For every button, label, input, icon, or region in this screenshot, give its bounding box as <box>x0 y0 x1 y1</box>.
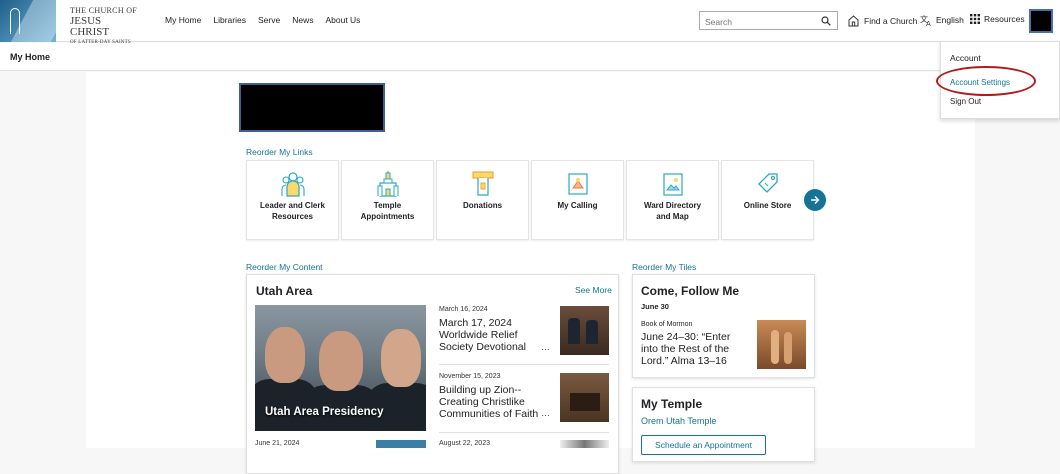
more-ellipsis[interactable]: … <box>541 408 550 418</box>
more-ellipsis[interactable]: … <box>541 342 550 352</box>
wordmark-line1: THE CHURCH OF <box>70 6 138 15</box>
sign-out-link[interactable]: Sign Out <box>950 97 981 106</box>
tile-label: Donations <box>462 201 503 210</box>
search-box <box>699 11 838 31</box>
nav-serve[interactable]: Serve <box>258 15 280 25</box>
reorder-content-button[interactable]: Reorder My Content <box>246 262 323 272</box>
calling-icon <box>568 173 588 195</box>
face-right <box>381 329 421 387</box>
area-presidency-photo[interactable]: Utah Area Presidency <box>255 305 426 431</box>
news-divider <box>439 364 609 365</box>
church-logo-icon[interactable] <box>0 0 56 42</box>
language-label: English <box>936 15 964 25</box>
tile-label: Leader and Clerk Resources <box>260 201 325 221</box>
page-title: My Home <box>10 52 51 62</box>
area-title: Utah Area <box>256 284 313 298</box>
leader-clerk-icon <box>281 172 305 197</box>
news-date: March 16, 2024 <box>439 306 488 313</box>
svg-text:A: A <box>926 20 931 26</box>
tile-my-calling[interactable]: My Calling <box>531 160 624 240</box>
find-church-label: Find a Church <box>864 15 918 26</box>
nav-about-us[interactable]: About Us <box>325 15 360 25</box>
user-name-banner <box>239 83 385 132</box>
nav-libraries[interactable]: Libraries <box>213 15 246 25</box>
tile-online-store[interactable]: Online Store <box>721 160 814 240</box>
nav-news[interactable]: News <box>292 15 313 25</box>
language-selector[interactable]: 文A English <box>920 14 964 26</box>
grid-icon <box>970 14 980 24</box>
account-avatar-button[interactable] <box>1029 9 1053 33</box>
church-building-icon <box>848 15 859 27</box>
lesson-thumbnail <box>757 320 806 369</box>
main-nav: My Home Libraries Serve News About Us <box>165 15 372 25</box>
tile-label: Online Store <box>743 201 792 210</box>
wordmark-line2: JESUS CHRIST <box>70 15 110 38</box>
my-temple-title: My Temple <box>641 397 703 411</box>
news-divider <box>439 432 609 433</box>
news-date: June 21, 2024 <box>255 440 300 447</box>
resources-label: Resources <box>984 14 1025 24</box>
search-input[interactable] <box>700 13 812 31</box>
book-name: Book of Mormon <box>641 321 693 328</box>
resources-menu[interactable]: Resources <box>970 14 1025 24</box>
face-center <box>319 331 363 391</box>
page-subheader: My Home <box>0 43 1060 71</box>
face-left <box>265 327 305 383</box>
news-thumbnail[interactable] <box>560 440 609 448</box>
temple-icon <box>377 171 399 197</box>
tile-ward-directory[interactable]: Ward Directory and Map <box>626 160 719 240</box>
tile-label: My Calling <box>557 201 598 210</box>
photo-caption: Utah Area Presidency <box>265 406 384 418</box>
news-thumbnail[interactable] <box>376 440 426 448</box>
news-thumbnail[interactable] <box>560 373 609 422</box>
translate-icon: 文A <box>920 14 931 26</box>
news-title-link[interactable]: Building up Zion--Creating Christlike Co… <box>439 384 543 420</box>
tile-leader-clerk-resources[interactable]: Leader and Clerk Resources <box>246 160 339 240</box>
christus-icon <box>10 8 20 34</box>
top-navigation-bar: THE CHURCH OF JESUS CHRIST OF LATTER-DAY… <box>0 0 1060 46</box>
ward-directory-icon <box>663 173 683 196</box>
nav-my-home[interactable]: My Home <box>165 15 201 25</box>
find-church-link[interactable]: Find a Church <box>847 14 917 27</box>
schedule-appointment-button[interactable]: Schedule an Appointment <box>641 435 766 455</box>
next-links-button[interactable] <box>804 189 826 211</box>
news-date: November 15, 2023 <box>439 373 501 380</box>
church-wordmark[interactable]: THE CHURCH OF JESUS CHRIST OF LATTER-DAY… <box>70 6 142 46</box>
come-follow-me-title: Come, Follow Me <box>641 284 740 298</box>
arrow-right-icon <box>811 196 820 204</box>
donations-icon <box>472 171 494 196</box>
reorder-tiles-button[interactable]: Reorder My Tiles <box>632 262 696 272</box>
temple-name-link[interactable]: Orem Utah Temple <box>641 416 716 426</box>
lesson-week-date: June 30 <box>641 302 669 311</box>
news-title-link[interactable]: March 17, 2024 Worldwide Relief Society … <box>439 317 543 353</box>
come-follow-me-card[interactable]: Come, Follow Me June 30 Book of Mormon J… <box>632 274 815 378</box>
reorder-links-button[interactable]: Reorder My Links <box>246 147 313 157</box>
tile-label: Temple Appointments <box>360 201 415 221</box>
tile-label: Ward Directory and Map <box>643 201 702 221</box>
see-more-link[interactable]: See More <box>575 285 612 295</box>
dropdown-header: Account <box>950 53 981 63</box>
lesson-title[interactable]: June 24–30: “Enter into the Rest of the … <box>641 331 746 367</box>
search-icon[interactable] <box>821 16 831 26</box>
news-date: August 22, 2023 <box>439 440 490 447</box>
highlight-annotation <box>936 66 1036 96</box>
store-tag-icon <box>758 173 778 193</box>
tile-temple-appointments[interactable]: Temple Appointments <box>341 160 434 240</box>
news-thumbnail[interactable] <box>560 306 609 355</box>
tile-donations[interactable]: Donations <box>436 160 529 240</box>
